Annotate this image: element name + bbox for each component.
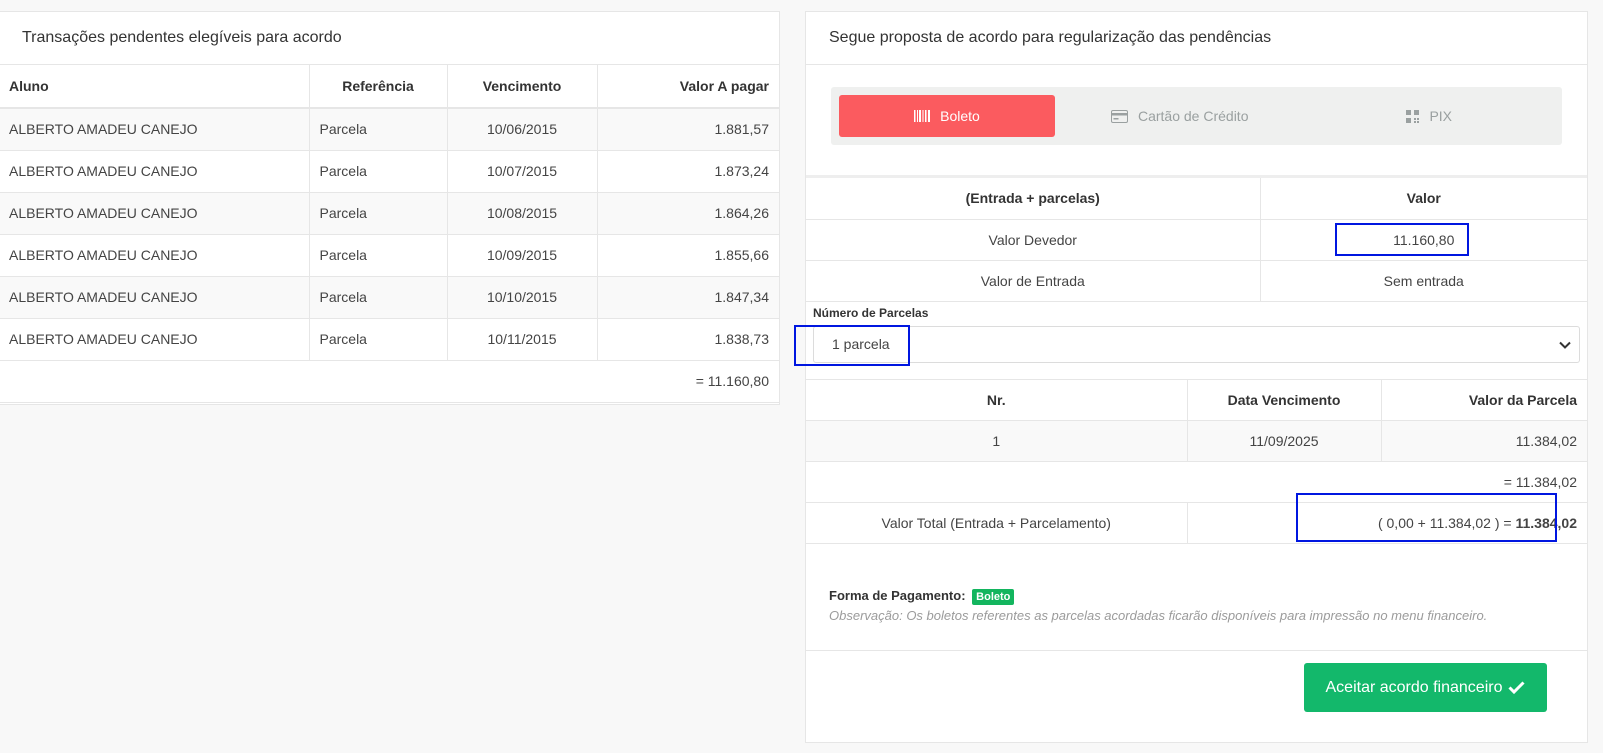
valor-total-value: 11.384,02	[1515, 515, 1577, 531]
row-referencia: Parcela	[309, 192, 448, 235]
tab-cartao-credito[interactable]: Cartão de Crédito	[1055, 95, 1305, 137]
table-row: ALBERTO AMADEU CANEJO Parcela 10/08/2015 1.…	[0, 192, 779, 235]
qrcode-icon	[1406, 109, 1420, 123]
row-aluno: ALBERTO AMADEU CANEJO	[0, 318, 310, 361]
agreement-proposal-panel: Segue proposta de acordo para regulariza…	[805, 11, 1588, 743]
row-vencimento: 10/08/2015	[447, 192, 598, 235]
credit-card-icon	[1110, 109, 1128, 123]
summary-col-entrada-parcelas: (Entrada + parcelas)	[806, 178, 1261, 220]
summary-col-valor: Valor	[1260, 178, 1587, 220]
row-referencia: Parcela	[309, 276, 448, 319]
tab-boleto[interactable]: Boleto	[839, 95, 1055, 137]
table-row: ALBERTO AMADEU CANEJO Parcela 10/09/2015 1.…	[0, 234, 779, 277]
col-aluno: Aluno	[0, 65, 310, 109]
barcode-icon	[914, 110, 931, 122]
inst-data: 11/09/2025	[1187, 420, 1382, 462]
tab-pix[interactable]: PIX	[1305, 95, 1555, 137]
row-valor: 1.873,24	[597, 150, 779, 193]
row-valor: 1.838,73	[597, 318, 779, 361]
agreement-proposal-title: Segue proposta de acordo para regulariza…	[806, 12, 1587, 65]
row-valor: 1.864,26	[597, 192, 779, 235]
chevron-down-icon	[1559, 336, 1571, 352]
pending-transactions-panel: Transações pendentes elegíveis para acor…	[0, 11, 780, 405]
pending-transactions-title: Transações pendentes elegíveis para acor…	[0, 12, 779, 65]
row-referencia: Parcela	[309, 234, 448, 277]
accept-agreement-button[interactable]: Aceitar acordo financeiro	[1304, 663, 1547, 712]
forma-pagamento-badge: Boleto	[972, 589, 1015, 605]
row-vencimento: 10/07/2015	[447, 150, 598, 193]
table-row: ALBERTO AMADEU CANEJO Parcela 10/06/2015 1.…	[0, 108, 779, 151]
tab-boleto-label: Boleto	[940, 108, 980, 124]
check-icon	[1508, 681, 1526, 694]
valor-total-label: Valor Total (Entrada + Parcelamento)	[806, 502, 1188, 544]
pending-transactions-table: Aluno Referência Vencimento Valor A paga…	[0, 65, 779, 403]
inst-valor: 11.384,02	[1381, 420, 1587, 462]
row-aluno: ALBERTO AMADEU CANEJO	[0, 108, 310, 151]
table-row: 1 11/09/2025 11.384,02	[806, 420, 1587, 462]
valor-entrada-value: Sem entrada	[1260, 260, 1587, 302]
row-vencimento: 10/10/2015	[447, 276, 598, 319]
installments-table: Nr. Data Vencimento Valor da Parcela 1 1…	[806, 379, 1587, 544]
valor-devedor-value: 11.160,80	[1260, 219, 1587, 261]
row-valor: 1.855,66	[597, 234, 779, 277]
footer-divider	[806, 650, 1587, 651]
col-vencimento: Vencimento	[447, 65, 598, 109]
row-vencimento: 10/09/2015	[447, 234, 598, 277]
numero-parcelas-value: 1 parcela	[832, 336, 890, 352]
inst-col-data: Data Vencimento	[1187, 379, 1382, 421]
row-referencia: Parcela	[309, 318, 448, 361]
col-valor: Valor A pagar	[597, 65, 779, 109]
row-aluno: ALBERTO AMADEU CANEJO	[0, 192, 310, 235]
row-aluno: ALBERTO AMADEU CANEJO	[0, 150, 310, 193]
row-valor: 1.847,34	[597, 276, 779, 319]
row-valor: 1.881,57	[597, 108, 779, 151]
col-referencia: Referência	[309, 65, 448, 109]
tab-pix-label: PIX	[1429, 108, 1453, 124]
left-total: = 11.160,80	[0, 360, 779, 403]
inst-col-valor: Valor da Parcela	[1381, 379, 1587, 421]
numero-parcelas-label: Número de Parcelas	[813, 305, 929, 320]
valor-total-expression: ( 0,00 + 11.384,02 ) =	[1377, 515, 1516, 531]
observacao-text: Observação: Os boletos referentes as par…	[829, 608, 1488, 623]
valor-entrada-label: Valor de Entrada	[806, 260, 1261, 302]
forma-pagamento-label: Forma de Pagamento:	[829, 588, 966, 603]
installments-total: = 11.384,02	[806, 461, 1587, 503]
accept-agreement-label: Aceitar acordo financeiro	[1325, 678, 1503, 696]
table-row: ALBERTO AMADEU CANEJO Parcela 10/10/2015 1.…	[0, 276, 779, 319]
row-aluno: ALBERTO AMADEU CANEJO	[0, 234, 310, 277]
tab-cartao-label: Cartão de Crédito	[1137, 108, 1249, 124]
table-row: ALBERTO AMADEU CANEJO Parcela 10/07/2015 1.…	[0, 150, 779, 193]
valor-total-cell: ( 0,00 + 11.384,02 ) = 11.384,02	[1187, 502, 1587, 544]
agreement-summary-table: (Entrada + parcelas) Valor Valor Devedor…	[806, 178, 1587, 302]
payment-method-tabs-container: Boleto Cartão de Crédito PIX	[806, 65, 1587, 178]
inst-nr: 1	[806, 420, 1188, 462]
table-row: ALBERTO AMADEU CANEJO Parcela 10/11/2015 1.…	[0, 318, 779, 361]
payment-method-tabs: Boleto Cartão de Crédito PIX	[831, 87, 1562, 145]
valor-devedor-label: Valor Devedor	[806, 219, 1261, 261]
row-vencimento: 10/11/2015	[447, 318, 598, 361]
row-aluno: ALBERTO AMADEU CANEJO	[0, 276, 310, 319]
row-referencia: Parcela	[309, 150, 448, 193]
payment-info: Forma de Pagamento: Boleto Observação: O…	[806, 544, 1587, 623]
inst-col-nr: Nr.	[806, 379, 1188, 421]
numero-parcelas-select[interactable]: 1 parcela	[813, 325, 1580, 363]
row-vencimento: 10/06/2015	[447, 108, 598, 151]
row-referencia: Parcela	[309, 108, 448, 151]
